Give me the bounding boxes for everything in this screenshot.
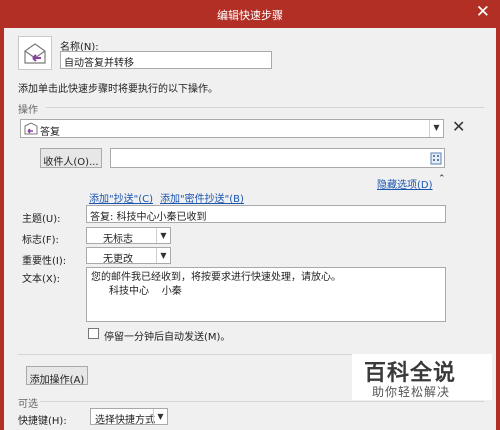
window-title: 编辑快速步骤 — [217, 9, 283, 22]
chevron-down-icon[interactable]: ▼ — [156, 248, 170, 263]
flag-select[interactable]: 无标志 ▼ — [86, 227, 171, 245]
subject-input[interactable]: 答复: 科技中心小秦已收到 — [86, 205, 446, 223]
title-bar: 编辑快速步骤 ✕ — [0, 0, 500, 28]
add-cc-link[interactable]: 添加"抄送"(C) — [89, 190, 153, 205]
recipients-button-label: 收件人(O)... — [43, 157, 99, 168]
add-bcc-link[interactable]: 添加"密件抄送"(B) — [160, 190, 244, 205]
chevron-down-icon[interactable]: ▼ — [429, 120, 443, 137]
close-icon[interactable]: ✕ — [476, 2, 490, 22]
body-textarea[interactable]: 您的邮件我已经收到，将按要求进行快速处理，请放心。 科技中心 小秦 — [86, 267, 446, 322]
importance-select[interactable]: 无更改 ▼ — [86, 247, 171, 265]
name-input-value: 自动答复并转移 — [64, 58, 134, 69]
shortcut-select-value: 选择快捷方式 — [95, 415, 155, 426]
reply-mail-icon — [24, 122, 38, 136]
recipients-input[interactable] — [110, 148, 445, 168]
hide-options-link[interactable]: 隐藏选项(D) — [377, 176, 433, 191]
delay-send-label[interactable]: 停留一分钟后自动发送(M)。 — [104, 328, 230, 343]
chevron-down-icon[interactable]: ▼ — [153, 409, 167, 424]
subject-label: 主题(U): — [22, 214, 61, 225]
body-text-line-2: 科技中心 小秦 — [109, 286, 182, 297]
body-label: 文本(X): — [22, 274, 61, 285]
body-text-line-1: 您的邮件我已经收到，将按要求进行快速处理，请放心。 — [91, 272, 341, 283]
address-book-icon[interactable] — [430, 152, 442, 165]
action-select[interactable]: 答复 ▼ — [20, 119, 444, 138]
flag-label: 标志(F): — [22, 235, 59, 246]
name-input[interactable]: 自动答复并转移 — [60, 51, 272, 69]
importance-label: 重要性(I): — [22, 256, 67, 267]
remove-x-icon[interactable]: ✕ — [452, 117, 465, 136]
add-action-button-label: 添加操作(A) — [29, 375, 85, 386]
operations-divider — [46, 107, 484, 108]
flag-select-value: 无标志 — [103, 234, 133, 245]
optional-divider — [40, 401, 484, 402]
intro-text: 添加单击此快速步骤时将要执行的以下操作。 — [18, 84, 218, 95]
watermark: 百科全说 助你轻松解决 — [352, 354, 492, 400]
add-action-button[interactable]: 添加操作(A) — [26, 366, 88, 386]
quick-step-icon[interactable] — [18, 36, 52, 70]
action-select-value: 答复 — [40, 127, 60, 138]
optional-group-label: 可选 — [18, 399, 38, 410]
subject-input-value: 答复: 科技中心小秦已收到 — [90, 212, 207, 223]
importance-select-value: 无更改 — [103, 254, 133, 265]
watermark-subtitle: 助你轻松解决 — [372, 385, 451, 399]
recipients-button[interactable]: 收件人(O)... — [40, 148, 102, 168]
shortcut-label: 快捷键(H): — [18, 416, 67, 427]
operations-group-label: 操作 — [18, 105, 38, 116]
delay-send-checkbox[interactable] — [88, 328, 99, 339]
shortcut-select[interactable]: 选择快捷方式 ▼ — [90, 408, 168, 426]
collapse-chevron-icon[interactable]: ⌃ — [438, 174, 446, 184]
chevron-down-icon[interactable]: ▼ — [156, 228, 170, 243]
